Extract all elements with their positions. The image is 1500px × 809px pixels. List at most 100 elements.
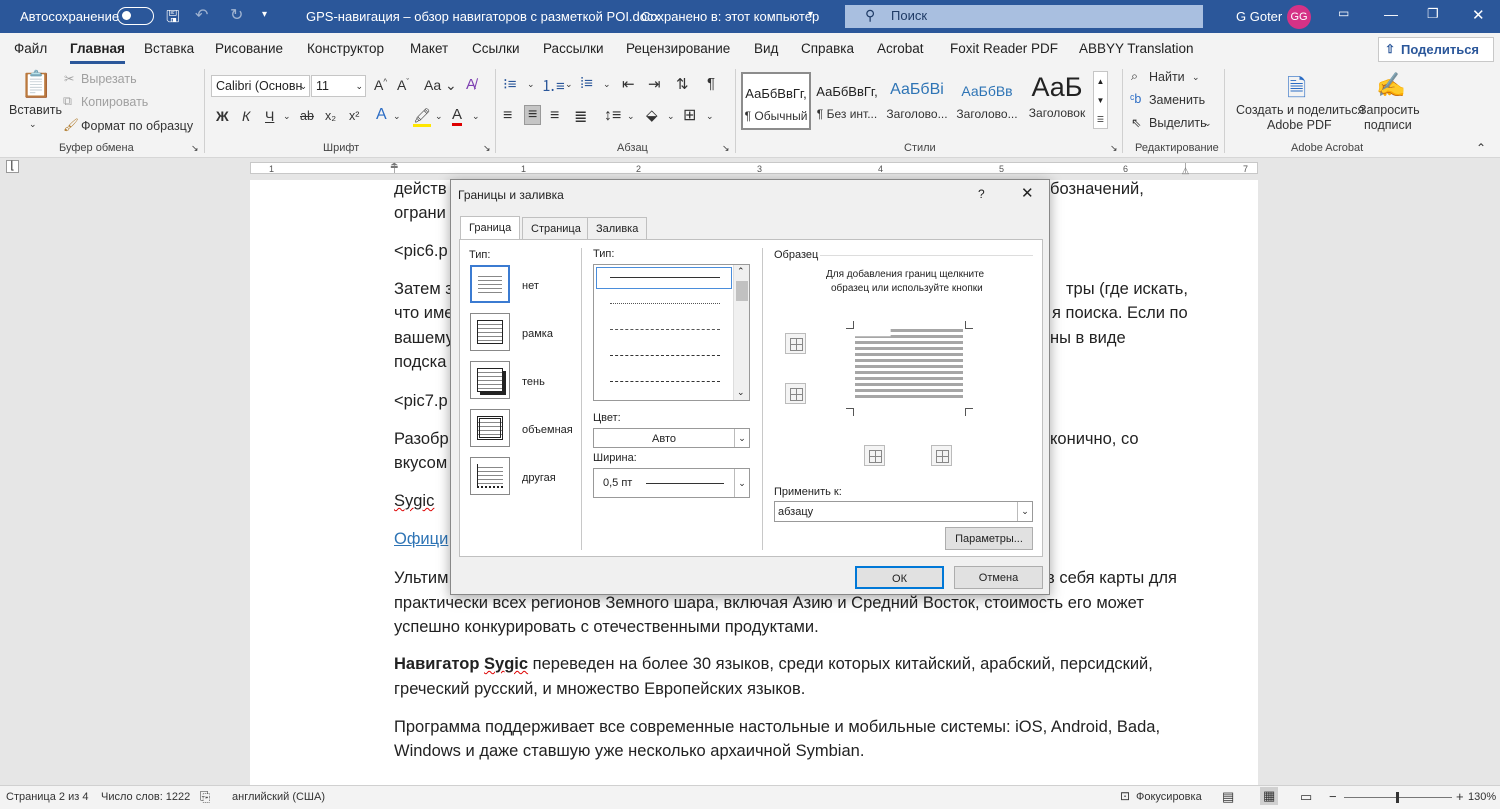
chevron-down-icon[interactable]: ▼ bbox=[1097, 96, 1105, 105]
select-chevron-icon[interactable]: ⌄ bbox=[1204, 118, 1212, 129]
borders-chevron-icon[interactable]: ⌄ bbox=[706, 111, 714, 122]
request-signature-button[interactable]: Запросить bbox=[1359, 103, 1420, 117]
save-icon[interactable]: 🖫 bbox=[166, 6, 180, 33]
color-select[interactable]: Авто ⌄ bbox=[593, 428, 750, 448]
more-styles-icon[interactable]: ☰ bbox=[1097, 115, 1104, 124]
print-layout-icon[interactable]: ▦ bbox=[1260, 787, 1279, 805]
language[interactable]: английский (США) bbox=[232, 791, 325, 803]
bullets-chevron-icon[interactable]: ⌄ bbox=[527, 79, 535, 90]
shading-chevron-icon[interactable]: ⌄ bbox=[667, 111, 675, 122]
line-spacing-chevron-icon[interactable]: ⌄ bbox=[627, 111, 635, 122]
shading-icon[interactable]: ⬙ bbox=[646, 106, 658, 124]
create-pdf-button-line2[interactable]: Adobe PDF bbox=[1267, 118, 1332, 132]
chevron-down-icon[interactable]: ⌄ bbox=[734, 469, 749, 497]
tab-draw[interactable]: Рисование bbox=[215, 41, 283, 56]
line-style-solid[interactable] bbox=[610, 277, 720, 278]
tab-abbyy[interactable]: ABBYY Translation bbox=[1079, 41, 1194, 56]
restore-icon[interactable]: ❐ bbox=[1427, 6, 1439, 22]
setting-none-label[interactable]: нет bbox=[522, 280, 539, 292]
tab-layout[interactable]: Макет bbox=[410, 41, 448, 56]
user-name[interactable]: G Goter bbox=[1236, 9, 1282, 24]
tab-view[interactable]: Вид bbox=[754, 41, 778, 56]
highlight-chevron-icon[interactable]: ⌄ bbox=[435, 111, 443, 122]
chevron-up-icon[interactable]: ▲ bbox=[1097, 77, 1105, 86]
increase-indent-icon[interactable]: ⇥ bbox=[648, 75, 661, 93]
setting-box-label[interactable]: рамка bbox=[522, 328, 553, 340]
tab-foxit[interactable]: Foxit Reader PDF bbox=[950, 41, 1058, 56]
proofing-icon[interactable]: ⎘ bbox=[200, 789, 210, 805]
ribbon-display-icon[interactable]: ▭ bbox=[1338, 6, 1349, 20]
chevron-down-icon[interactable]: ⌄ bbox=[734, 429, 749, 447]
paste-button[interactable]: Вставить bbox=[9, 103, 62, 117]
ruler-bar[interactable]: 1 1 2 3 4 5 6 7 ⏏ △ bbox=[250, 160, 1258, 175]
selected-line-style[interactable] bbox=[596, 267, 732, 289]
line-spacing-icon[interactable]: ↕≡ bbox=[604, 107, 621, 125]
multilevel-chevron-icon[interactable]: ⌄ bbox=[603, 79, 611, 90]
paragraph-launcher-icon[interactable]: ↘ bbox=[722, 143, 730, 154]
minimize-icon[interactable]: — bbox=[1384, 6, 1398, 22]
scrollbar-thumb[interactable] bbox=[736, 281, 748, 301]
line-style-dotted[interactable] bbox=[610, 303, 720, 304]
setting-shadow-preview[interactable] bbox=[470, 361, 510, 399]
align-center-icon[interactable]: ≡ bbox=[524, 105, 542, 125]
close-icon[interactable]: ✕ bbox=[1021, 184, 1034, 202]
style-normal[interactable]: АаБбВвГг, ¶ Обычный bbox=[741, 72, 811, 130]
doc-link[interactable]: Офици bbox=[394, 530, 448, 549]
preview-sample-area[interactable] bbox=[855, 329, 963, 401]
copy-button[interactable]: Копировать bbox=[81, 95, 148, 109]
tab-acrobat[interactable]: Acrobat bbox=[877, 41, 924, 56]
paste-chevron-icon[interactable]: ⌄ bbox=[29, 119, 37, 130]
save-status[interactable]: Сохранено в: этот компьютер bbox=[641, 9, 819, 24]
grow-font-icon[interactable]: A^ bbox=[374, 77, 387, 93]
multilevel-list-icon[interactable]: ⁞≡ bbox=[580, 75, 593, 92]
tab-home[interactable]: Главная bbox=[70, 41, 125, 64]
chevron-up-icon[interactable]: ⌃ bbox=[737, 266, 745, 277]
show-formatting-icon[interactable]: ¶ bbox=[707, 75, 715, 92]
styles-gallery-scroll[interactable]: ▲ ▼ ☰ bbox=[1093, 71, 1108, 129]
subscript-icon[interactable]: x₂ bbox=[325, 109, 336, 123]
strikethrough-icon[interactable]: ab bbox=[300, 109, 314, 123]
paste-icon[interactable]: 📋 bbox=[20, 69, 52, 100]
chevron-down-icon[interactable]: ⌄ bbox=[737, 387, 745, 398]
quick-access-chevron-icon[interactable]: ▾ bbox=[262, 9, 267, 20]
help-button[interactable]: ? bbox=[978, 187, 985, 201]
find-button[interactable]: Найти bbox=[1149, 70, 1185, 84]
save-status-chevron-icon[interactable]: ▾ bbox=[808, 9, 813, 20]
styles-launcher-icon[interactable]: ↘ bbox=[1110, 143, 1118, 154]
line-style-dash-dot[interactable] bbox=[610, 381, 720, 382]
zoom-in-icon[interactable]: + bbox=[1456, 789, 1464, 804]
justify-icon[interactable]: ≣ bbox=[574, 107, 587, 127]
focus-icon[interactable]: ⊡ bbox=[1120, 789, 1130, 803]
setting-3d-preview[interactable] bbox=[470, 409, 510, 447]
tab-borders[interactable]: Граница bbox=[460, 216, 521, 240]
undo-icon[interactable]: ↶ bbox=[195, 5, 208, 25]
focus-mode-button[interactable]: Фокусировка bbox=[1136, 791, 1202, 803]
tab-design[interactable]: Конструктор bbox=[307, 41, 384, 56]
line-style-dashed-small[interactable] bbox=[610, 329, 720, 330]
left-border-button[interactable] bbox=[864, 445, 885, 466]
line-style-dashed[interactable] bbox=[610, 355, 720, 356]
superscript-icon[interactable]: x² bbox=[349, 109, 359, 123]
zoom-slider-thumb[interactable] bbox=[1396, 792, 1399, 803]
bullets-icon[interactable]: ⁝≡ bbox=[503, 75, 517, 93]
tab-insert[interactable]: Вставка bbox=[144, 41, 194, 56]
read-mode-icon[interactable]: ▤ bbox=[1222, 789, 1234, 805]
width-select[interactable]: 0,5 пт ⌄ bbox=[593, 468, 750, 498]
change-case-icon[interactable]: Aa ⌄ bbox=[424, 77, 457, 94]
bold-button[interactable]: Ж bbox=[216, 108, 229, 124]
zoom-level[interactable]: 130% bbox=[1468, 791, 1496, 803]
decrease-indent-icon[interactable]: ⇤ bbox=[622, 75, 635, 93]
clear-formatting-icon[interactable]: A̸ bbox=[466, 76, 476, 93]
tab-shading[interactable]: Заливка bbox=[587, 217, 648, 239]
collapse-ribbon-icon[interactable]: ⌃ bbox=[1476, 141, 1486, 155]
close-icon[interactable]: ✕ bbox=[1472, 6, 1485, 24]
highlight-icon[interactable]: 🖍 bbox=[413, 107, 431, 127]
tab-selector-icon[interactable]: ⌊ bbox=[6, 160, 19, 173]
chevron-down-icon[interactable]: ⌄ bbox=[1017, 502, 1032, 521]
align-right-icon[interactable]: ≡ bbox=[550, 107, 559, 125]
format-painter-button[interactable]: Формат по образцу bbox=[81, 119, 193, 133]
replace-button[interactable]: Заменить bbox=[1149, 93, 1205, 107]
text-effects-icon[interactable]: A bbox=[376, 106, 387, 124]
options-button[interactable]: Параметры... bbox=[945, 527, 1033, 550]
apply-to-select[interactable]: абзацу ⌄ bbox=[774, 501, 1033, 522]
